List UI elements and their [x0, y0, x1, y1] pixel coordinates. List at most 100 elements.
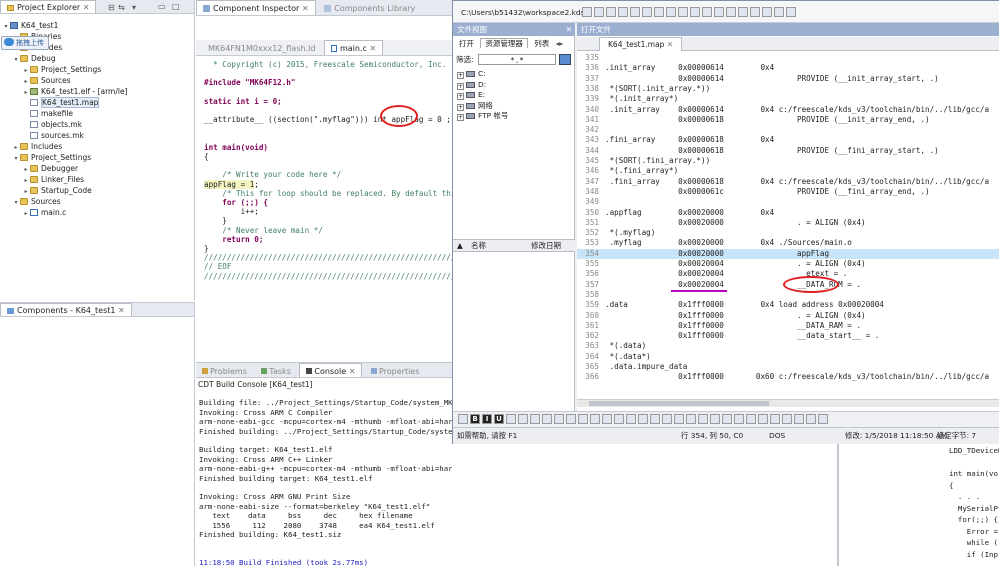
tree-item[interactable]: ▸ Startup_Code: [22, 185, 91, 196]
maximize-icon[interactable]: □: [172, 0, 180, 14]
tab-properties[interactable]: Properties: [365, 364, 425, 377]
drive-item[interactable]: + D:: [457, 80, 486, 90]
tree-item[interactable]: ▾ Sources: [12, 196, 60, 208]
expand-twisty-icon[interactable]: ▾: [12, 197, 20, 208]
copy-icon[interactable]: [642, 7, 652, 17]
col-name[interactable]: 名称: [471, 240, 486, 252]
expand-plus-icon[interactable]: +: [457, 93, 464, 100]
print-icon[interactable]: [618, 7, 628, 17]
tab-console[interactable]: Console ✕: [299, 363, 363, 377]
open-icon[interactable]: [594, 7, 604, 17]
pen-icon[interactable]: [806, 414, 816, 424]
wrap-icon[interactable]: [750, 7, 760, 17]
web-icon[interactable]: [770, 414, 780, 424]
link-editor-icon[interactable]: ⇆: [118, 1, 125, 15]
tab-component-inspector[interactable]: Component Inspector ✕: [196, 0, 316, 15]
close-icon[interactable]: ✕: [83, 3, 90, 12]
code-editor[interactable]: * Copyright (c) 2015, Freescale Semicond…: [204, 60, 452, 350]
close-icon[interactable]: ✕: [118, 306, 125, 315]
color-icon[interactable]: [566, 414, 576, 424]
paste-icon[interactable]: [654, 7, 664, 17]
tab-project-explorer[interactable]: Project Explorer ✕: [0, 0, 97, 13]
tree-item[interactable]: ▸ main.c: [22, 207, 66, 218]
outdent-icon[interactable]: [554, 414, 564, 424]
close-icon[interactable]: ✕: [302, 4, 309, 13]
tree-item[interactable]: objects.mk: [22, 119, 82, 130]
bold-icon[interactable]: B: [470, 414, 480, 424]
flag-icon[interactable]: [782, 414, 792, 424]
macro-icon[interactable]: [818, 414, 828, 424]
scroll-thumb[interactable]: [589, 401, 769, 406]
image-icon[interactable]: [590, 414, 600, 424]
expand-twisty-icon[interactable]: ▾: [12, 153, 20, 164]
word-icon[interactable]: [714, 7, 724, 17]
expand-plus-icon[interactable]: +: [457, 114, 464, 121]
close-icon[interactable]: ✕: [369, 44, 376, 53]
link-icon[interactable]: [578, 414, 588, 424]
tree-item[interactable]: ▸ Linker_Files: [22, 174, 84, 185]
font-icon[interactable]: [734, 414, 744, 424]
spell-icon[interactable]: [650, 414, 660, 424]
expand-twisty-icon[interactable]: ▾: [2, 21, 10, 32]
tree-item[interactable]: ▸ Debugger: [22, 163, 78, 174]
italic-icon[interactable]: I: [482, 414, 492, 424]
tree-item[interactable]: ▾ Debug: [12, 53, 55, 65]
preview-icon[interactable]: [758, 414, 768, 424]
filter-input[interactable]: *.*: [478, 54, 556, 65]
cut-icon[interactable]: [630, 7, 640, 17]
tree-item[interactable]: K64_test1.map: [22, 97, 100, 108]
align-icon[interactable]: [458, 414, 468, 424]
tree-item[interactable]: ▸ K64_test1.elf - [arm/le]: [22, 86, 127, 97]
clip-icon[interactable]: [674, 414, 684, 424]
hr-icon[interactable]: [698, 414, 708, 424]
drive-item[interactable]: + C:: [457, 69, 486, 79]
drive-item[interactable]: + FTP 帐号: [457, 111, 508, 121]
tab-list[interactable]: 列表: [530, 39, 553, 48]
minimize-icon[interactable]: ▭: [158, 0, 166, 14]
map-text[interactable]: 335 336 .init_array 0x00000614 0x4 337 0x00…: [577, 53, 999, 405]
code-icon[interactable]: [614, 414, 624, 424]
redo-icon[interactable]: [678, 7, 688, 17]
horizontal-scrollbar[interactable]: [577, 399, 999, 407]
tab-main-c[interactable]: main.c ✕: [323, 40, 384, 55]
close-icon[interactable]: ✕: [566, 23, 572, 36]
tab-components-library[interactable]: Components Library: [318, 1, 421, 15]
indent-icon[interactable]: [542, 414, 552, 424]
tree-item[interactable]: ▸Includes: [12, 141, 62, 152]
new-icon[interactable]: [582, 7, 592, 17]
list-icon[interactable]: [530, 414, 540, 424]
globe-icon[interactable]: [726, 7, 736, 17]
expand-twisty-icon[interactable]: ▸: [22, 208, 30, 219]
tree-item[interactable]: ▸ Sources: [22, 75, 70, 86]
tree-item[interactable]: ▾ K64_test1: [2, 20, 58, 31]
expand-plus-icon[interactable]: +: [457, 82, 464, 90]
tree-item[interactable]: ▾ Project_Settings: [12, 152, 91, 163]
tools-icon[interactable]: [794, 414, 804, 424]
tab-tasks[interactable]: Tasks: [255, 364, 296, 377]
quote-icon[interactable]: [686, 414, 696, 424]
tab-open[interactable]: 打开: [455, 39, 478, 48]
console-output[interactable]: Building file: ../Project_Settings/Start…: [196, 389, 452, 566]
drive-item[interactable]: + 网络: [457, 101, 493, 111]
view-menu-icon[interactable]: ▾: [132, 1, 136, 15]
tab-explorer[interactable]: 资源管理器: [480, 38, 528, 48]
expand-plus-icon[interactable]: +: [457, 72, 464, 79]
fullscreen-icon[interactable]: [786, 7, 796, 17]
find-icon[interactable]: [690, 7, 700, 17]
expand-plus-icon[interactable]: +: [457, 103, 464, 111]
size-icon[interactable]: [746, 414, 756, 424]
tab-map-file[interactable]: K64_test1.map ✕: [599, 37, 683, 51]
scroll-arrows-icon[interactable]: ◂▸: [556, 39, 564, 48]
filter-apply-icon[interactable]: [559, 54, 571, 65]
collapse-all-icon[interactable]: ⊟: [108, 1, 115, 15]
tree-item[interactable]: makefile: [22, 108, 73, 119]
tree-item[interactable]: sources.mk: [22, 130, 84, 141]
tab-components[interactable]: Components - K64_test1 ✕: [0, 303, 132, 316]
tab-problems[interactable]: Problems: [196, 364, 253, 377]
anchor-icon[interactable]: [602, 414, 612, 424]
replace-icon[interactable]: [702, 7, 712, 17]
expand-twisty-icon[interactable]: ▾: [12, 54, 20, 65]
save-icon[interactable]: [606, 7, 616, 17]
help-icon[interactable]: [738, 7, 748, 17]
tab-flash-ld[interactable]: MK64FN1M0xxx12_flash.ld: [202, 41, 321, 55]
